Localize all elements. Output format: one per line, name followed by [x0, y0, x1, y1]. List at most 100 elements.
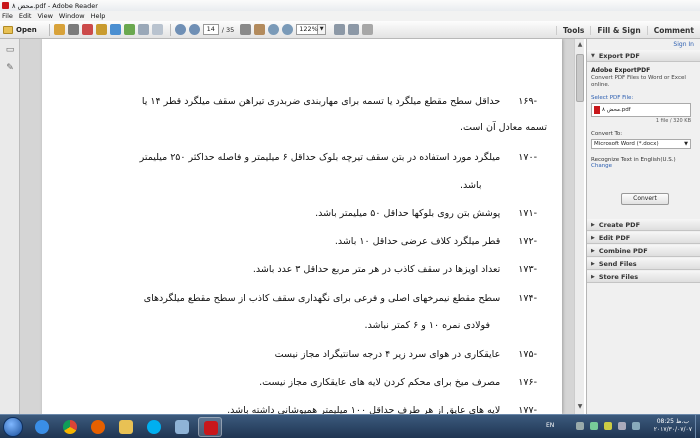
- combine-pdf-section-header[interactable]: ▶ Combine PDF: [587, 245, 700, 257]
- document-area[interactable]: -۱۶۹حداقل سطح مقطع میلگرد یا تسمه برای م…: [20, 39, 584, 414]
- select-tool-icon[interactable]: [240, 24, 252, 35]
- window-title: محض ۸.pdf - Adobe Reader: [12, 1, 98, 10]
- menu-help[interactable]: Help: [91, 12, 106, 20]
- menu-bar: File Edit View Window Help: [0, 11, 700, 21]
- system-tray: EN 08:25 ب.ظ ۲۰۱۷/۳۰/۰۷/۰۷: [540, 415, 700, 438]
- menu-view[interactable]: View: [37, 12, 52, 20]
- clock[interactable]: 08:25 ب.ظ ۲۰۱۷/۳۰/۰۷/۰۷: [654, 418, 692, 434]
- toolbar-separator: [48, 23, 50, 36]
- sign-icon[interactable]: [123, 24, 135, 35]
- scroll-down-icon[interactable]: ▼: [575, 403, 585, 412]
- paragraph-169: -۱۶۹حداقل سطح مقطع میلگرد یا تسمه برای م…: [141, 96, 537, 107]
- network-icon[interactable]: [590, 422, 598, 430]
- pages-thumbnail-icon[interactable]: ▭: [5, 45, 15, 55]
- right-toolbar-links: Tools Fill & Sign Comment: [555, 21, 700, 39]
- volume-icon[interactable]: [618, 422, 626, 430]
- paragraph-175: -۱۷۵عایقکاری در هوای سرد زیر ۴ درجه سانت…: [274, 349, 537, 360]
- attachments-icon[interactable]: ✎: [5, 63, 15, 73]
- zoom-input[interactable]: 122%: [296, 24, 319, 35]
- create-pdf-section-header[interactable]: ▶ Create PDF: [587, 219, 700, 231]
- flag-icon[interactable]: [604, 422, 612, 430]
- expand-triangle-icon: ▶: [591, 273, 595, 280]
- store-files-section-header[interactable]: ▶ Store Files: [587, 271, 700, 283]
- taskbar-skype[interactable]: [142, 417, 166, 437]
- send-files-section-header[interactable]: ▶ Send Files: [587, 258, 700, 270]
- edit-pdf-section-header[interactable]: ▶ Edit PDF: [587, 232, 700, 244]
- comment-icon[interactable]: [95, 24, 107, 35]
- zoom-dropdown[interactable]: ▼: [318, 24, 327, 35]
- convert-button[interactable]: Convert: [621, 193, 669, 205]
- save-icon[interactable]: [67, 24, 79, 35]
- paragraph-169-continuation: تسمه معادل آن است.: [460, 122, 548, 133]
- zoom-in-icon[interactable]: [282, 24, 294, 35]
- paragraph-174-continuation: فولادی نمره ۱۰ و ۶ کمتر نباشد.: [364, 320, 490, 331]
- paragraph-177: -۱۷۷لایه های عایق از هر طرف حداقل ۱۰۰ می…: [227, 405, 537, 414]
- tools-panel: Sign In ▼ Export PDF Adobe ExportPDF Con…: [586, 39, 700, 414]
- paragraph-170-continuation: باشد.: [460, 180, 482, 191]
- export-pdf-section-header[interactable]: ▼ Export PDF: [587, 50, 700, 62]
- fit-page-icon[interactable]: [334, 24, 346, 35]
- selected-file-field[interactable]: محض ۸.pdf: [591, 103, 691, 117]
- vertical-scrollbar[interactable]: ▲ ▼: [574, 39, 584, 414]
- file-size: 1 file / 320 KB: [655, 118, 691, 124]
- adobe-reader-icon: [204, 421, 218, 435]
- hand-tool-icon[interactable]: [254, 24, 266, 35]
- sign-in-link[interactable]: Sign In: [673, 41, 694, 48]
- pdf-page: -۱۶۹حداقل سطح مقطع میلگرد یا تسمه برای م…: [42, 39, 562, 414]
- print-icon[interactable]: [137, 24, 149, 35]
- taskbar-photo[interactable]: [170, 417, 194, 437]
- adobe-reader-icon: [2, 2, 9, 9]
- edit-pdf-icon[interactable]: [81, 24, 93, 35]
- scrollbar-thumb[interactable]: [576, 54, 584, 102]
- change-link[interactable]: Change: [591, 163, 697, 169]
- paragraph-173: -۱۷۳تعداد اویزها در سقف کاذب در هر متر م…: [252, 264, 537, 275]
- show-desktop-button[interactable]: [695, 415, 700, 438]
- taskbar-ie[interactable]: [30, 417, 54, 437]
- page-total: / 35: [221, 25, 235, 34]
- open-button[interactable]: Open: [3, 25, 37, 34]
- paragraph-176: -۱۷۶مصرف میخ برای محکم کردن لایه های عای…: [259, 377, 537, 388]
- export-pdf-pane: Adobe ExportPDF Convert PDF Files to Wor…: [591, 63, 697, 215]
- language-indicator[interactable]: EN: [546, 422, 554, 429]
- paragraph-170: -۱۷۰میلگرد مورد استفاده در بتن سقف تیرچه…: [139, 152, 537, 163]
- display-icon[interactable]: [632, 422, 640, 430]
- menu-file[interactable]: File: [2, 12, 13, 20]
- convert-to-select[interactable]: Microsoft Word (*.docx) ▼: [591, 139, 691, 149]
- export-description: Convert PDF Files to Word or Excel onlin…: [591, 75, 686, 88]
- collapse-triangle-icon: ▼: [591, 52, 595, 59]
- next-page-icon[interactable]: [188, 24, 200, 35]
- zoom-out-icon[interactable]: [268, 24, 280, 35]
- skype-icon: [147, 420, 161, 434]
- fill-sign-link[interactable]: Fill & Sign: [590, 25, 646, 35]
- navigation-panel: ▭ ✎: [0, 39, 20, 414]
- firefox-icon: [91, 420, 105, 434]
- email-icon[interactable]: [151, 24, 163, 35]
- toolbar: Open 14 / 35 122% ▼ Tools Fill & Sign Co…: [0, 21, 700, 39]
- paragraph-174: -۱۷۴سطح مقطع نیمرخهای اصلی و فرعی برای ن…: [143, 293, 537, 304]
- paragraph-171: -۱۷۱پوشش بتن روی بلوکها حداقل ۵۰ میلیمتر…: [315, 208, 537, 219]
- scroll-up-icon[interactable]: ▲: [575, 41, 585, 50]
- expand-triangle-icon: ▶: [591, 221, 595, 228]
- taskbar-adobe-reader[interactable]: [198, 417, 222, 437]
- menu-window[interactable]: Window: [59, 12, 85, 20]
- taskbar-firefox[interactable]: [86, 417, 110, 437]
- page-number-input[interactable]: 14: [202, 24, 219, 35]
- fit-width-icon[interactable]: [348, 24, 360, 35]
- internet-explorer-icon: [35, 420, 49, 434]
- previous-page-icon[interactable]: [174, 24, 186, 35]
- share-icon[interactable]: [109, 24, 121, 35]
- tools-link[interactable]: Tools: [555, 25, 590, 35]
- menu-edit[interactable]: Edit: [19, 12, 32, 20]
- start-button[interactable]: [3, 417, 23, 437]
- create-pdf-icon[interactable]: [53, 24, 65, 35]
- comment-link[interactable]: Comment: [646, 25, 700, 35]
- chrome-icon: [63, 420, 77, 434]
- read-mode-icon[interactable]: [362, 24, 374, 35]
- folder-icon: [119, 420, 133, 434]
- taskbar: EN 08:25 ب.ظ ۲۰۱۷/۳۰/۰۷/۰۷: [0, 414, 700, 438]
- tray-arrow-icon[interactable]: [576, 422, 584, 430]
- expand-triangle-icon: ▶: [591, 247, 595, 254]
- taskbar-chrome[interactable]: [58, 417, 82, 437]
- taskbar-explorer[interactable]: [114, 417, 138, 437]
- photo-viewer-icon: [175, 420, 189, 434]
